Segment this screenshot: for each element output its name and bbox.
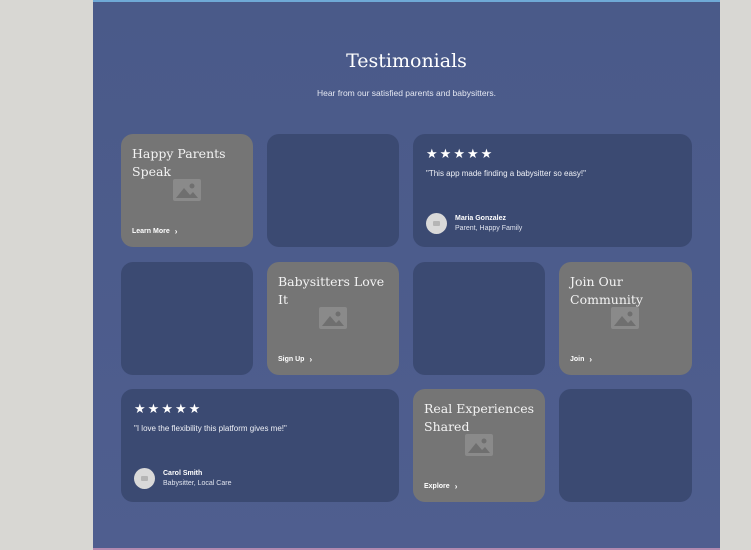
testimonial-author: Maria Gonzalez Parent, Happy Family: [426, 213, 522, 234]
star-icon: ★: [480, 146, 493, 161]
cta-label: Explore: [424, 483, 450, 490]
sign-up-button[interactable]: Sign Up ›: [278, 355, 312, 364]
star-icon: ★: [188, 401, 201, 416]
avatar-placeholder-icon: [134, 468, 155, 489]
chevron-right-icon: ›: [174, 227, 178, 236]
cta-label: Learn More: [132, 228, 170, 235]
image-placeholder-icon: [611, 307, 639, 329]
star-icon: ★: [174, 401, 187, 416]
card-title: Real Experiences Shared: [424, 401, 535, 434]
card-real-experiences: Real Experiences Shared Explore ›: [413, 389, 545, 502]
cta-label: Join: [570, 356, 585, 363]
testimonial-quote: "I love the flexibility this platform gi…: [134, 424, 287, 433]
testimonial-author: Carol Smith Babysitter, Local Care: [134, 468, 231, 489]
rating-stars: ★ ★ ★ ★ ★: [426, 147, 492, 160]
image-placeholder-icon: [319, 307, 347, 329]
section-subtitle: Hear from our satisfied parents and baby…: [316, 88, 497, 98]
author-name: Maria Gonzalez: [455, 214, 506, 222]
star-icon: ★: [453, 146, 465, 161]
testimonial-quote: "This app made finding a babysitter so e…: [426, 169, 586, 178]
chevron-right-icon: ›: [454, 482, 458, 491]
star-icon: ★: [466, 146, 479, 161]
card-placeholder: [413, 262, 545, 375]
card-placeholder: [559, 389, 692, 502]
image-placeholder-icon: [465, 434, 493, 456]
card-title: Happy Parents Speak: [132, 146, 226, 179]
testimonial-card: ★ ★ ★ ★ ★ "This app made finding a babys…: [413, 134, 692, 247]
testimonial-card: ★ ★ ★ ★ ★ "I love the flexibility this p…: [121, 389, 399, 502]
star-icon: ★: [439, 146, 452, 161]
card-title: Babysitters Love It: [278, 274, 385, 307]
testimonials-section: Testimonials Hear from our satisfied par…: [93, 0, 720, 550]
cta-label: Sign Up: [278, 356, 305, 363]
card-placeholder: [121, 262, 253, 375]
avatar-placeholder-icon: [426, 213, 447, 234]
image-placeholder-icon: [173, 179, 201, 201]
learn-more-button[interactable]: Learn More ›: [132, 227, 177, 236]
card-happy-parents: Happy Parents Speak Learn More ›: [121, 134, 253, 247]
star-icon: ★: [134, 401, 146, 416]
chevron-right-icon: ›: [589, 355, 593, 364]
author-role: Babysitter, Local Care: [163, 479, 232, 487]
chevron-right-icon: ›: [309, 355, 313, 364]
rating-stars: ★ ★ ★ ★ ★: [134, 402, 200, 415]
explore-button[interactable]: Explore ›: [424, 482, 457, 491]
author-role: Parent, Happy Family: [455, 224, 523, 232]
author-name: Carol Smith: [163, 469, 203, 477]
join-button[interactable]: Join ›: [570, 355, 592, 364]
star-icon: ★: [426, 146, 438, 161]
card-placeholder: [267, 134, 399, 247]
card-babysitters-love-it: Babysitters Love It Sign Up ›: [267, 262, 399, 375]
star-icon: ★: [161, 401, 173, 416]
card-title: Join Our Community: [570, 274, 643, 307]
card-join-community: Join Our Community Join ›: [559, 262, 692, 375]
section-title: Testimonials: [346, 50, 467, 72]
star-icon: ★: [147, 401, 160, 416]
